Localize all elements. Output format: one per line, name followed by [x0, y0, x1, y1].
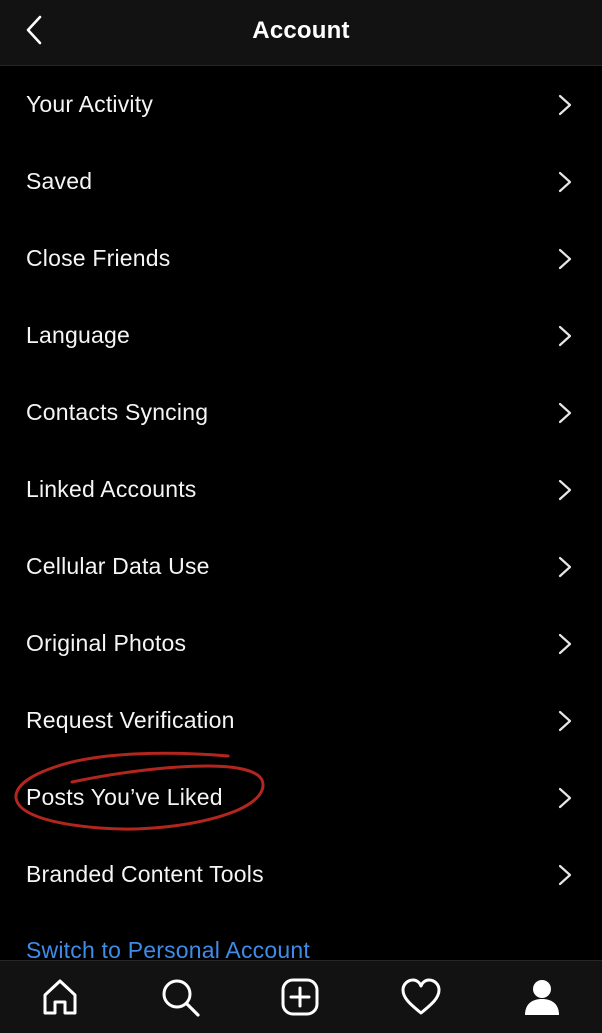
menu-item-label: Branded Content Tools: [26, 861, 264, 887]
menu-item-linked-accounts[interactable]: Linked Accounts: [0, 451, 602, 528]
tab-home[interactable]: [38, 975, 82, 1019]
chevron-right-icon: [558, 864, 572, 885]
activity-heart-icon: [401, 978, 441, 1015]
menu-item-branded-content-tools[interactable]: Branded Content Tools: [0, 836, 602, 913]
new-post-icon: [281, 978, 319, 1016]
menu-item-saved[interactable]: Saved: [0, 143, 602, 220]
menu-item-original-photos[interactable]: Original Photos: [0, 605, 602, 682]
menu-item-contacts-syncing[interactable]: Contacts Syncing: [0, 374, 602, 451]
menu-item-label: Contacts Syncing: [26, 399, 209, 425]
menu-item-close-friends[interactable]: Close Friends: [0, 220, 602, 297]
menu-item-language[interactable]: Language: [0, 297, 602, 374]
profile-icon: [525, 980, 559, 1015]
account-settings-list: Your Activity Saved Close Friends Langua…: [0, 66, 602, 913]
chevron-right-icon: [558, 556, 572, 577]
chevron-right-icon: [558, 710, 572, 731]
chevron-right-icon: [558, 787, 572, 808]
chevron-right-icon: [558, 94, 572, 115]
menu-item-label: Cellular Data Use: [26, 553, 210, 579]
menu-item-label: Request Verification: [26, 707, 235, 733]
header-bar: Account: [0, 0, 602, 66]
menu-item-label: Close Friends: [26, 245, 171, 271]
page-title: Account: [252, 17, 350, 44]
menu-item-label: Your Activity: [26, 91, 154, 117]
chevron-right-icon: [558, 633, 572, 654]
tab-activity[interactable]: [399, 975, 443, 1019]
chevron-right-icon: [558, 325, 572, 346]
tab-new-post[interactable]: [278, 975, 322, 1019]
chevron-right-icon: [558, 402, 572, 423]
chevron-right-icon: [558, 171, 572, 192]
menu-item-label: Linked Accounts: [26, 476, 197, 502]
menu-item-posts-youve-liked[interactable]: Posts You’ve Liked: [0, 759, 602, 836]
menu-item-label: Original Photos: [26, 630, 187, 656]
home-icon: [43, 979, 77, 1015]
tab-search[interactable]: [158, 975, 202, 1019]
tab-profile[interactable]: [520, 975, 564, 1019]
menu-item-label: Language: [26, 322, 130, 348]
bottom-tab-bar: [0, 960, 602, 1033]
menu-item-cellular-data-use[interactable]: Cellular Data Use: [0, 528, 602, 605]
menu-item-your-activity[interactable]: Your Activity: [0, 66, 602, 143]
menu-item-label: Posts You’ve Liked: [26, 784, 223, 810]
chevron-right-icon: [558, 248, 572, 269]
chevron-right-icon: [558, 479, 572, 500]
menu-item-request-verification[interactable]: Request Verification: [0, 682, 602, 759]
menu-item-label: Saved: [26, 168, 93, 194]
search-icon: [162, 979, 200, 1017]
